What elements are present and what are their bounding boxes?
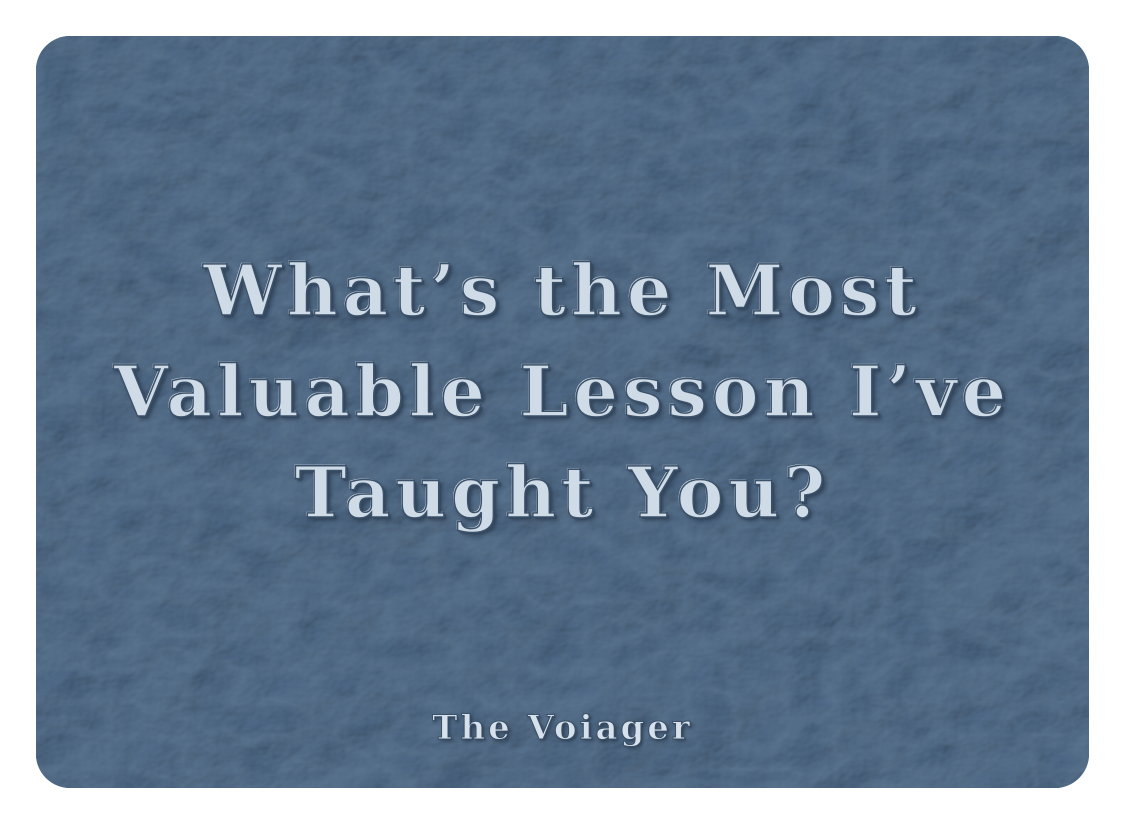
headline-line-3: Taught You?	[294, 450, 831, 535]
headline-line-2: Valuable Lesson I’ve	[113, 349, 1012, 434]
headline-line-1: What’s the Most	[203, 248, 922, 333]
quote-card: What’s the Most Valuable Lesson I’ve Tau…	[36, 36, 1089, 788]
author-signature: The Voiager	[432, 708, 693, 749]
quote-headline: What’s the Most Valuable Lesson I’ve Tau…	[36, 240, 1089, 543]
